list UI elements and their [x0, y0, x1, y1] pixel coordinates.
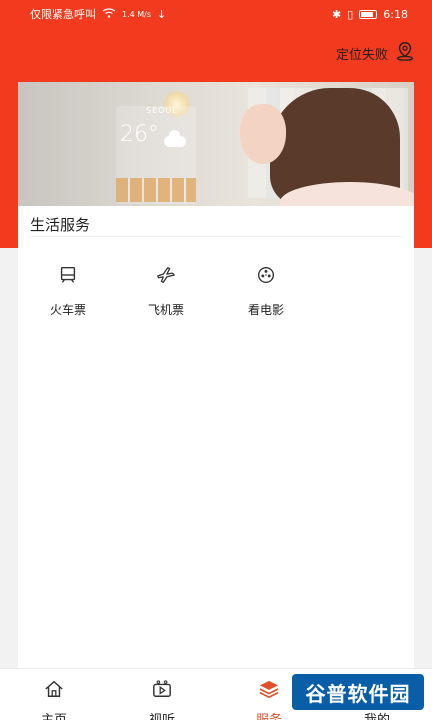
service-train[interactable]: 火车票 [28, 248, 108, 317]
network-speed: 1.4 M/s [122, 9, 152, 19]
status-right: ✱ ▯ 6:18 [332, 8, 408, 21]
section-divider [30, 236, 402, 237]
forecast-strip [116, 178, 196, 202]
train-icon [57, 260, 79, 289]
tab-label: 主页 [41, 709, 67, 720]
battery-icon [359, 9, 378, 19]
download-icon: ↓ [157, 7, 167, 21]
home-icon [43, 679, 65, 703]
banner-image[interactable]: SEOUL 26° [18, 82, 414, 206]
tab-label: 我的 [364, 709, 390, 720]
tab-media[interactable]: 视听 [127, 673, 197, 720]
film-reel-icon [255, 260, 277, 289]
section-title: 生活服务 [30, 216, 91, 234]
service-movie[interactable]: 看电影 [226, 248, 306, 317]
banner-person-face [240, 104, 286, 164]
weather-city: SEOUL [146, 106, 178, 115]
services-card: 生活服务 火车票 飞机票 看电影 [18, 206, 414, 668]
vibrate-icon: ▯ [347, 7, 354, 21]
watermark-logo: 谷普软件园 [292, 674, 424, 710]
status-time: 6:18 [383, 7, 408, 21]
tab-label: 服务 [256, 709, 282, 720]
tab-label: 视听 [149, 709, 175, 720]
plane-icon [155, 260, 177, 289]
layers-icon [258, 679, 280, 703]
service-label: 看电影 [247, 303, 284, 317]
service-label: 火车票 [49, 303, 86, 317]
status-bar: 仅限紧急呼叫 1.4 M/s ↓ ✱ ▯ 6:18 [0, 0, 432, 28]
weather-temp: 26° [120, 122, 159, 147]
location-label: 定位失败 [335, 47, 388, 63]
location-pin-icon [394, 40, 416, 66]
tab-home[interactable]: 主页 [19, 673, 89, 720]
service-plane[interactable]: 飞机票 [126, 248, 206, 317]
service-label: 飞机票 [147, 303, 184, 317]
status-carrier-text: 仅限紧急呼叫 [30, 8, 96, 21]
video-icon [151, 679, 173, 703]
bluetooth-icon: ✱ [332, 7, 342, 21]
services-grid: 火车票 飞机票 看电影 [18, 248, 414, 317]
wifi-icon [102, 7, 116, 21]
weather-widget: SEOUL 26° [116, 106, 196, 204]
cloud-icon [164, 130, 186, 147]
status-left: 仅限紧急呼叫 1.4 M/s ↓ [30, 6, 166, 22]
location-button[interactable]: 定位失败 [336, 40, 416, 66]
